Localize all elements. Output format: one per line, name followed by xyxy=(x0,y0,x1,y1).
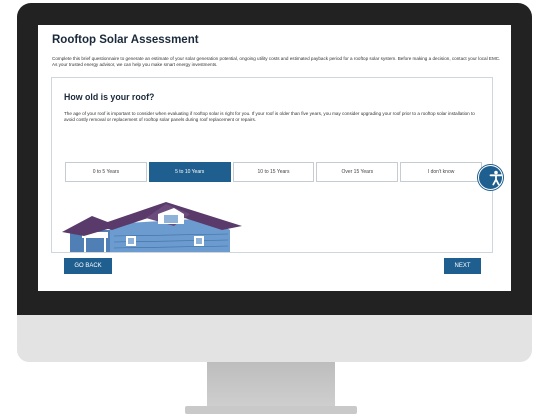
go-back-button[interactable]: GO BACK xyxy=(64,258,112,274)
monitor-chin xyxy=(17,315,532,362)
question-title: How old is your roof? xyxy=(64,92,155,102)
monitor-stand-base xyxy=(185,406,357,414)
question-card: How old is your roof? The age of your ro… xyxy=(51,77,493,253)
option-0-to-5-years[interactable]: 0 to 5 Years xyxy=(65,162,147,182)
monitor-stand xyxy=(207,362,335,408)
accessibility-button[interactable] xyxy=(478,165,503,190)
house-illustration xyxy=(62,202,242,252)
question-help-text: The age of your roof is important to con… xyxy=(64,111,475,122)
option-10-to-15-years[interactable]: 10 to 15 Years xyxy=(232,162,315,182)
intro-text: Complete this brief questionnaire to gen… xyxy=(52,56,501,67)
option-over-15-years[interactable]: Over 15 Years xyxy=(316,162,399,182)
option-i-dont-know[interactable]: I don't know xyxy=(400,162,482,182)
answer-options: 0 to 5 Years 5 to 10 Years 10 to 15 Year… xyxy=(65,162,482,182)
screen: Rooftop Solar Assessment Complete this b… xyxy=(38,25,511,291)
accessibility-icon xyxy=(489,170,503,186)
option-5-to-10-years[interactable]: 5 to 10 Years xyxy=(148,162,231,182)
next-button[interactable]: NEXT xyxy=(444,258,481,274)
page-title: Rooftop Solar Assessment xyxy=(52,34,199,46)
